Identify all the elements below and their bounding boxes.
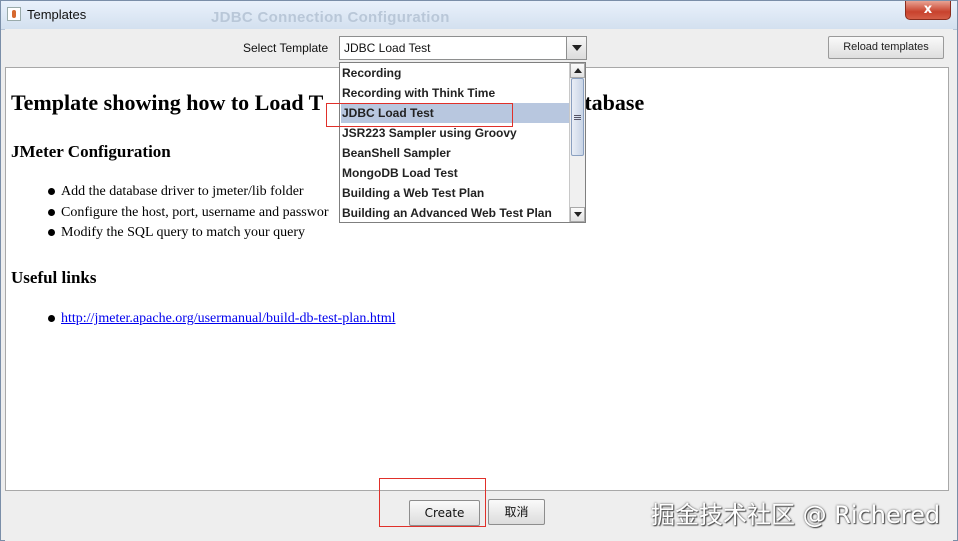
highlight-box-create xyxy=(379,478,486,527)
cancel-button[interactable]: 取消 xyxy=(488,499,545,525)
list-item: Add the database driver to jmeter/lib fo… xyxy=(48,184,304,200)
template-combobox[interactable]: JDBC Load Test xyxy=(339,36,587,60)
template-heading-left: Template showing how to Load T xyxy=(11,90,324,115)
bullet-icon xyxy=(48,229,55,237)
dropdown-item-recording-think-time[interactable]: Recording with Think Time xyxy=(341,83,569,103)
java-app-icon xyxy=(7,7,21,21)
list-item: Configure the host, port, username and p… xyxy=(48,205,329,221)
watermark-text: 掘金技术社区 @ Richered xyxy=(651,501,941,529)
background-window-title: JDBC Connection Configuration xyxy=(211,9,450,26)
bullet-icon xyxy=(48,188,55,196)
template-dropdown-list[interactable]: Recording Recording with Think Time JDBC… xyxy=(339,62,586,223)
highlight-box-selected-template xyxy=(326,103,513,127)
window-title: Templates xyxy=(27,7,87,22)
dropdown-scrollbar[interactable] xyxy=(569,63,585,222)
scrollbar-thumb[interactable] xyxy=(571,78,584,156)
scroll-up-icon[interactable] xyxy=(570,63,585,78)
config-heading: JMeter Configuration xyxy=(11,142,171,161)
select-template-label: Select Template xyxy=(243,41,329,55)
dropdown-item-advanced-web-test-plan[interactable]: Building an Advanced Web Test Plan xyxy=(341,203,569,223)
dropdown-item-recording[interactable]: Recording xyxy=(341,63,569,83)
dropdown-item-mongodb-load-test[interactable]: MongoDB Load Test xyxy=(341,163,569,183)
close-button[interactable]: x xyxy=(905,1,951,20)
templates-window: Templates JDBC Connection Configuration … xyxy=(0,0,958,541)
dropdown-item-web-test-plan[interactable]: Building a Web Test Plan xyxy=(341,183,569,203)
chevron-down-icon[interactable] xyxy=(566,37,586,59)
bullet-icon xyxy=(48,315,55,323)
list-item: Modify the SQL query to match your query xyxy=(48,225,305,241)
useful-links-heading: Useful links xyxy=(11,268,97,287)
docs-link[interactable]: http://jmeter.apache.org/usermanual/buil… xyxy=(61,311,396,326)
scroll-down-icon[interactable] xyxy=(570,207,585,222)
reload-templates-button[interactable]: Reload templates xyxy=(828,36,944,59)
template-combobox-value: JDBC Load Test xyxy=(344,41,431,55)
bullet-icon xyxy=(48,209,55,217)
title-bar: Templates JDBC Connection Configuration … xyxy=(1,1,957,30)
list-item: http://jmeter.apache.org/usermanual/buil… xyxy=(48,311,396,327)
dropdown-item-beanshell-sampler[interactable]: BeanShell Sampler xyxy=(341,143,569,163)
